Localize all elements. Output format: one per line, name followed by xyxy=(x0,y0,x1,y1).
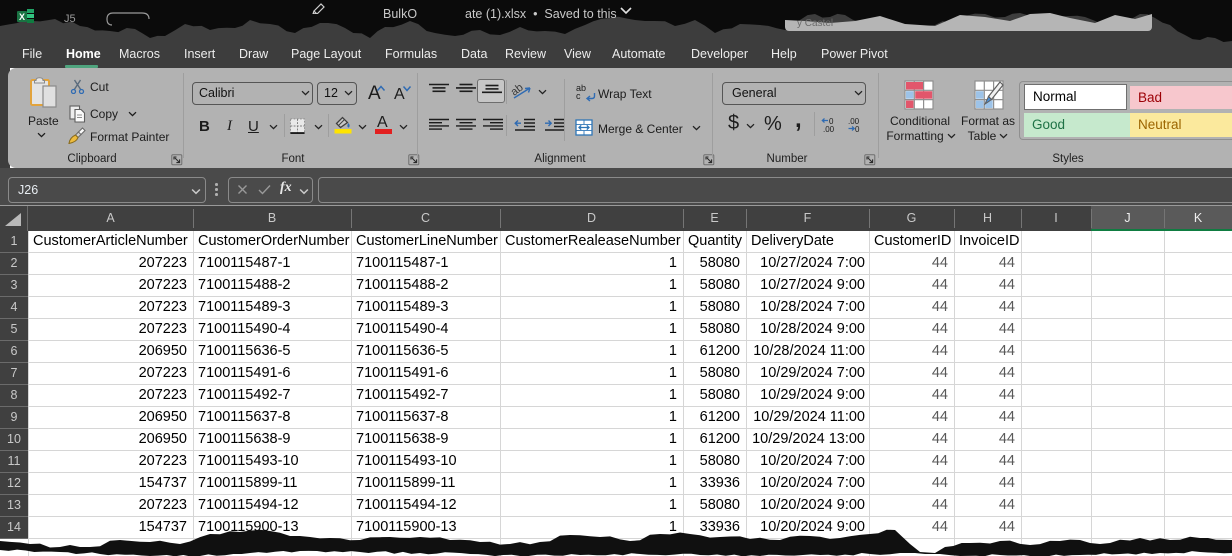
svg-text:X: X xyxy=(19,12,25,22)
svg-text:.00: .00 xyxy=(823,125,835,134)
svg-text:0: 0 xyxy=(855,125,860,134)
